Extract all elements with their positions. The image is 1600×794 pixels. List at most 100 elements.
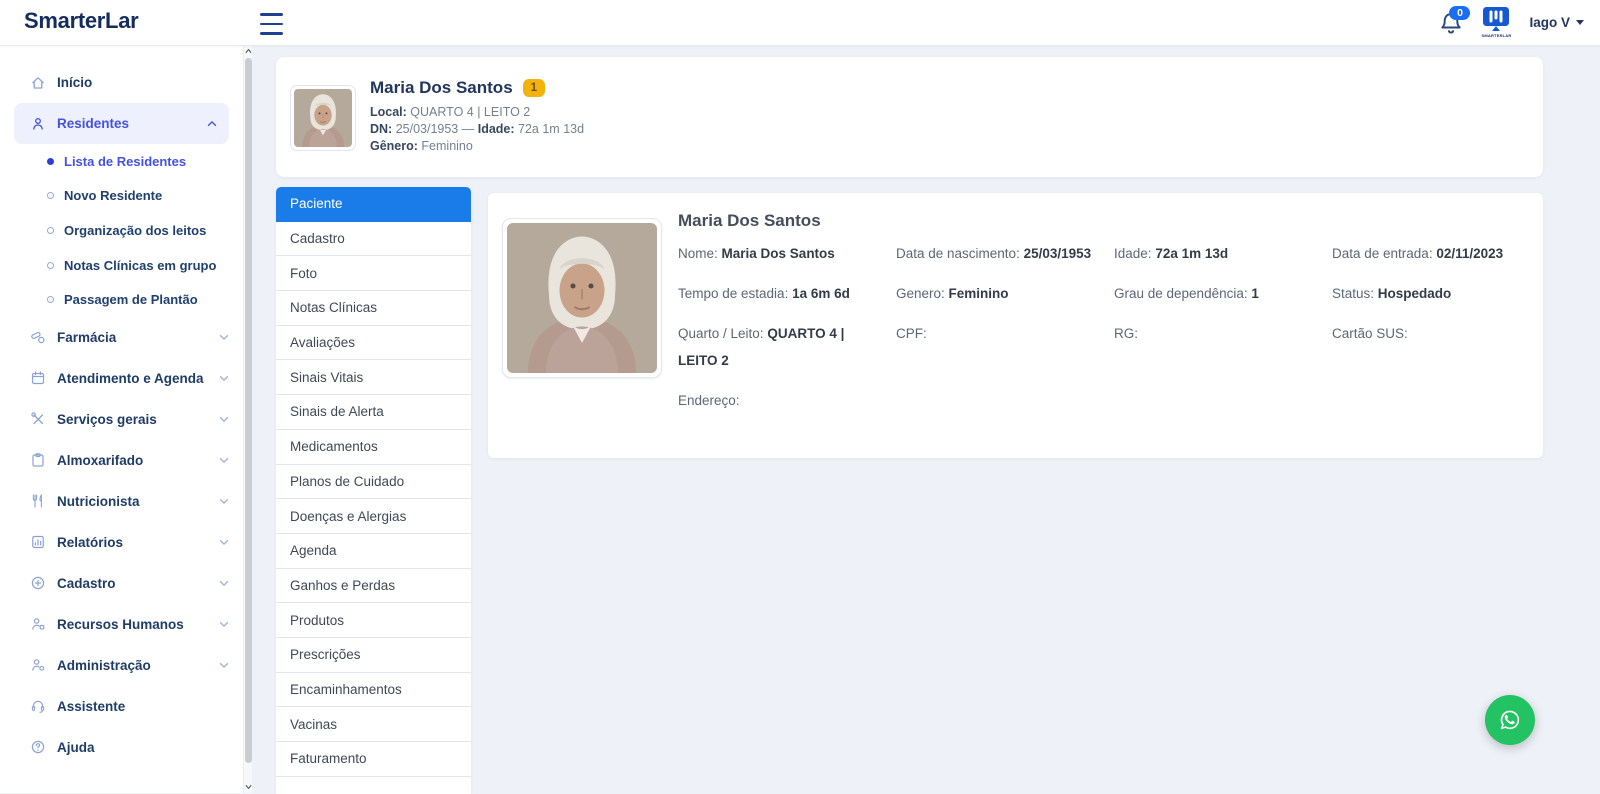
tab-doencas-e-alergias[interactable]: Doenças e Alergias	[276, 499, 471, 534]
smarterlar-avatar-icon	[1481, 6, 1511, 32]
tab-notas-clinicas[interactable]: Notas Clínicas	[276, 291, 471, 326]
sidebar-subitem-novo-residente[interactable]: Novo Residente	[0, 179, 243, 214]
home-icon	[30, 75, 46, 91]
tab-faturamento[interactable]: Faturamento	[276, 742, 471, 777]
sidebar-item-label: Farmácia	[57, 330, 116, 345]
field-endereco: Endereço:	[678, 387, 896, 414]
sidebar-item-recursos-humanos[interactable]: Recursos Humanos	[0, 604, 243, 645]
bullet-icon	[47, 158, 54, 165]
tab-cadastro[interactable]: Cadastro	[276, 222, 471, 257]
person-gear-icon	[30, 657, 46, 673]
tab-produtos[interactable]: Produtos	[276, 603, 471, 638]
field-data-de-nascimento: Data de nascimento: 25/03/1953	[896, 240, 1114, 267]
chevron-down-icon	[217, 330, 231, 344]
tab-vacinas[interactable]: Vacinas	[276, 707, 471, 742]
chevron-down-icon	[217, 412, 231, 426]
sidebar-item-almoxarifado[interactable]: Almoxarifado	[0, 440, 243, 481]
patient-dn-idade-line: DN: 25/03/1953 — Idade: 72a 1m 13d	[370, 121, 584, 138]
tools-icon	[30, 411, 46, 427]
chevron-down-icon	[217, 617, 231, 631]
sidebar-item-label: Serviços gerais	[57, 412, 157, 427]
sidebar-item-administracao[interactable]: Administração	[0, 645, 243, 686]
tab-paciente[interactable]: Paciente	[276, 187, 471, 222]
notifications-button[interactable]: 0	[1439, 10, 1463, 36]
sidebar-item-servicos-gerais[interactable]: Serviços gerais	[0, 399, 243, 440]
tab-sinais-vitais[interactable]: Sinais Vitais	[276, 360, 471, 395]
sidebar-subitem-label: Lista de Residentes	[64, 154, 186, 169]
patient-photo	[502, 218, 662, 378]
sidebar-subitem-lista-de-residentes[interactable]: Lista de Residentes	[0, 144, 243, 179]
tab-agenda[interactable]: Agenda	[276, 534, 471, 569]
sidebar-item-label: Administração	[57, 658, 151, 673]
sidebar-item-label: Assistente	[57, 699, 125, 714]
report-chart-icon	[30, 534, 46, 550]
sidebar-item-label: Início	[57, 75, 92, 90]
sidebar-item-atendimento-e-agenda[interactable]: Atendimento e Agenda	[0, 358, 243, 399]
bullet-icon	[47, 296, 54, 303]
bullet-icon	[47, 262, 54, 269]
sidebar-subitem-label: Passagem de Plantão	[64, 292, 198, 307]
field-nome: Nome: Maria Dos Santos	[678, 240, 896, 267]
user-avatar[interactable]: SMARTERLAR	[1479, 6, 1513, 40]
chevron-down-icon	[1576, 20, 1584, 25]
hamburger-menu-icon[interactable]	[260, 11, 283, 37]
avatar-caption: SMARTERLAR	[1481, 33, 1511, 38]
field-idade: Idade: 72a 1m 13d	[1114, 240, 1332, 267]
tab-cutoff	[276, 777, 471, 794]
help-circle-icon	[30, 739, 46, 755]
sidebar-subitem-label: Organização dos leitos	[64, 223, 206, 238]
bullet-icon	[47, 227, 54, 234]
tab-planos-de-cuidado[interactable]: Planos de Cuidado	[276, 465, 471, 500]
field-cartao-sus: Cartão SUS:	[1332, 320, 1531, 347]
sidebar-subitem-passagem-de-plantao[interactable]: Passagem de Plantão	[0, 282, 243, 317]
sidebar-item-residentes[interactable]: Residentes	[14, 103, 229, 144]
chevron-down-icon	[217, 658, 231, 672]
user-menu[interactable]: Iago V	[1529, 15, 1584, 30]
tab-medicamentos[interactable]: Medicamentos	[276, 430, 471, 465]
patient-name: Maria Dos Santos	[370, 78, 513, 98]
app-logo[interactable]: SmarterLar	[24, 8, 138, 34]
sidebar-item-farmacia[interactable]: Farmácia	[0, 317, 243, 358]
chevron-down-icon	[217, 576, 231, 590]
sidebar-item-label: Cadastro	[57, 576, 116, 591]
sidebar-item-label: Almoxarifado	[57, 453, 143, 468]
field-data-de-entrada: Data de entrada: 02/11/2023	[1332, 240, 1531, 267]
field-genero: Genero: Feminino	[896, 280, 1114, 307]
tab-prescricoes[interactable]: Prescrições	[276, 638, 471, 673]
tab-ganhos-e-perdas[interactable]: Ganhos e Perdas	[276, 569, 471, 604]
chevron-down-icon	[217, 535, 231, 549]
clipboard-icon	[30, 452, 46, 468]
chevron-down-icon	[217, 371, 231, 385]
sidebar-item-nutricionista[interactable]: Nutricionista	[0, 481, 243, 522]
detail-title: Maria Dos Santos	[678, 211, 821, 231]
sidebar-item-label: Ajuda	[57, 740, 95, 755]
sidebar-item-cadastro[interactable]: Cadastro	[0, 563, 243, 604]
field-grau-de-dependencia: Grau de dependência: 1	[1114, 280, 1332, 307]
sidebar: Início Residentes Lista de Residentes No…	[0, 45, 243, 793]
sidebar-subitem-organizacao-dos-leitos[interactable]: Organização dos leitos	[0, 213, 243, 248]
sidebar-subitem-notas-clinicas-em-grupo[interactable]: Notas Clínicas em grupo	[0, 248, 243, 283]
tab-foto[interactable]: Foto	[276, 256, 471, 291]
sidebar-item-assistente[interactable]: Assistente	[0, 686, 243, 727]
whatsapp-icon	[1496, 706, 1524, 734]
sidebar-subitem-label: Novo Residente	[64, 188, 162, 203]
patient-local-line: Local: QUARTO 4 | LEITO 2	[370, 104, 584, 121]
sidebar-item-ajuda[interactable]: Ajuda	[0, 727, 243, 768]
whatsapp-fab-button[interactable]	[1485, 695, 1535, 745]
sidebar-item-label: Residentes	[57, 116, 129, 131]
headset-icon	[30, 698, 46, 714]
field-status: Status: Hospedado	[1332, 280, 1531, 307]
tab-sinais-de-alerta[interactable]: Sinais de Alerta	[276, 395, 471, 430]
field-cpf: CPF:	[896, 320, 1114, 347]
patient-genero-line: Gênero: Feminino	[370, 138, 584, 155]
sidebar-item-inicio[interactable]: Início	[0, 62, 243, 103]
tab-encaminhamentos[interactable]: Encaminhamentos	[276, 673, 471, 708]
sidebar-item-relatorios[interactable]: Relatórios	[0, 522, 243, 563]
tab-avaliacoes[interactable]: Avaliações	[276, 326, 471, 361]
field-rg: RG:	[1114, 320, 1332, 347]
chevron-up-icon	[205, 117, 219, 131]
scrollbar-thumb[interactable]	[245, 58, 252, 763]
top-header-bar: SmarterLar 0 SMARTERLAR Iago V	[0, 0, 1600, 46]
patient-header-card: Maria Dos Santos 1 Local: QUARTO 4 | LEI…	[276, 57, 1543, 177]
patient-detail-card: Maria Dos Santos Nome: Maria Dos Santos …	[488, 193, 1543, 458]
